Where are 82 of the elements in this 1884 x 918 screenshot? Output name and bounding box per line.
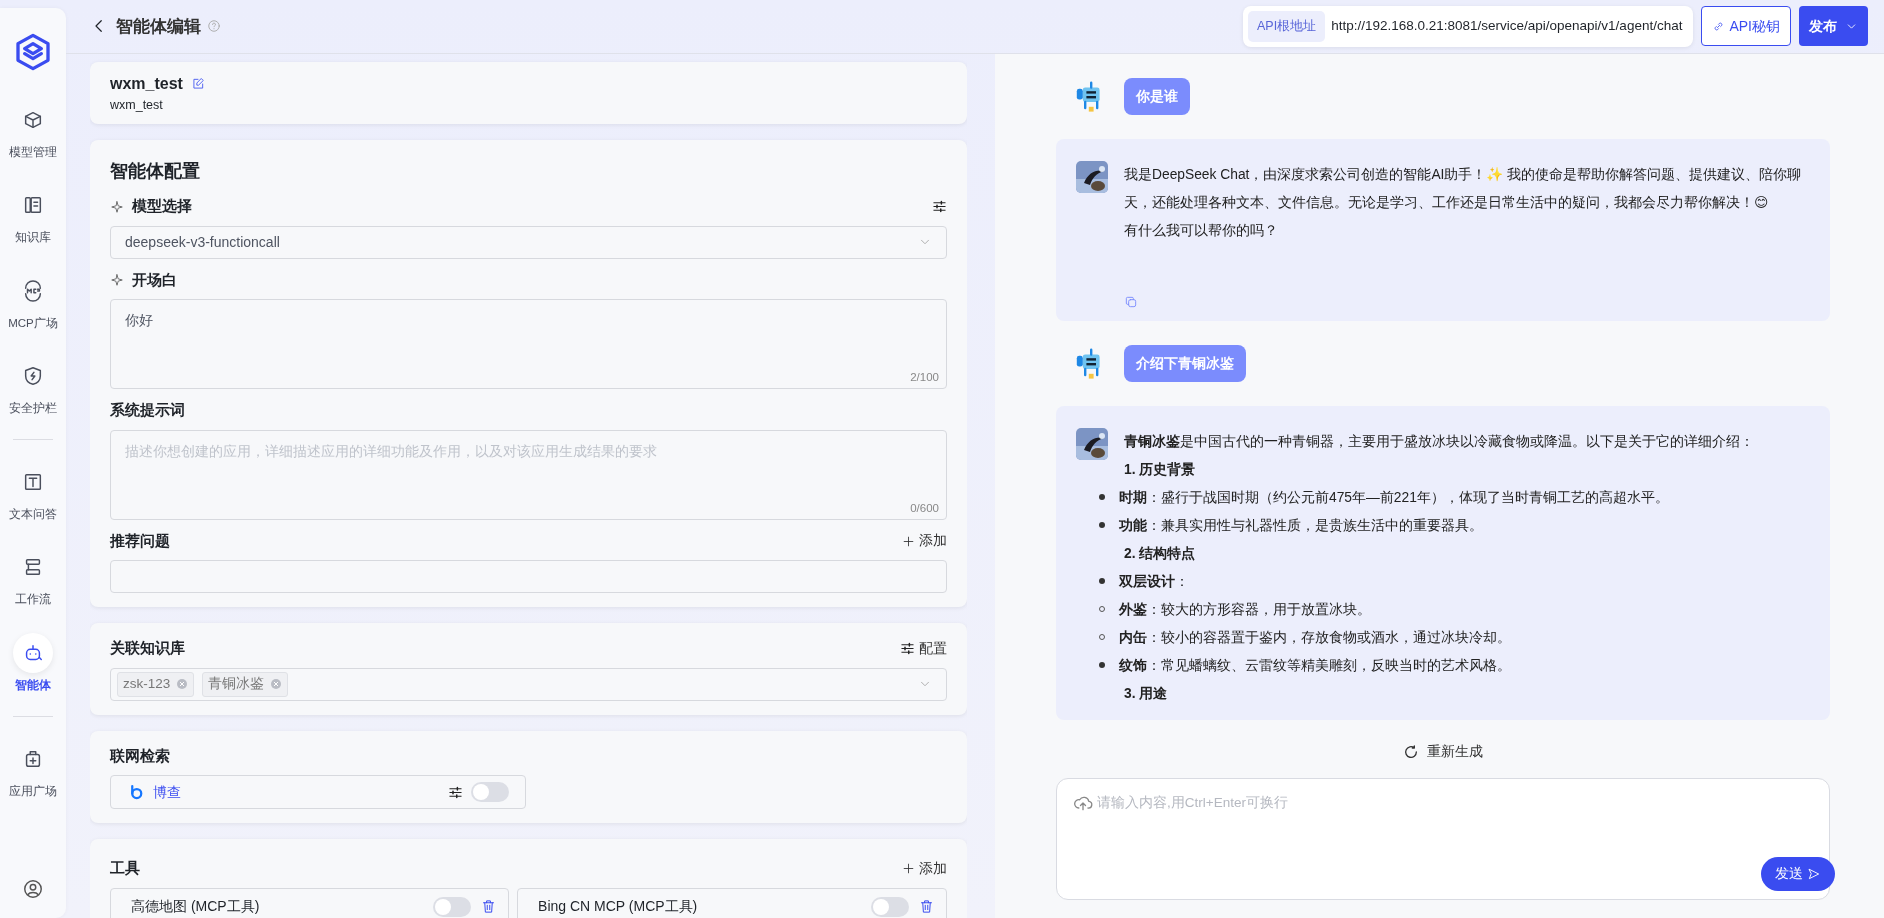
- list-item-text: 纹饰：常见蟠螭纹、云雷纹等精美雕刻，反映当时的艺术风格。: [1119, 657, 1511, 673]
- close-icon[interactable]: [270, 678, 283, 691]
- message-paragraph: 我是DeepSeek Chat，由深度求索公司创造的智能AI助手！✨ 我的使命是帮助你解答问题、提供建议、陪你聊天，还能处理各种文本、文件信息。无论是学习、工作还是日常生活中的疑问，我都会尽力帮你解决！😊: [1124, 165, 1803, 212]
- config-button[interactable]: 配置: [900, 638, 947, 659]
- api-url-text: http://192.168.0.21:8081/service/api/openapi/v1/agent/chat: [1330, 17, 1684, 36]
- tool-name: Bing CN MCP (MCP工具): [538, 897, 698, 917]
- field-label: 模型选择: [132, 196, 192, 217]
- tool-name: 高德地图 (MCP工具): [131, 897, 260, 917]
- toggle-switch[interactable]: [871, 896, 909, 917]
- api-base-label: API根地址: [1248, 10, 1326, 42]
- sidebar-item[interactable]: 文本问答: [0, 450, 66, 536]
- list-item-text: 外鉴：较大的方形容器，用于放置冰块。: [1119, 601, 1371, 617]
- copy-icon[interactable]: [1124, 294, 1138, 309]
- logo-icon: [13, 32, 53, 72]
- sidebar-item[interactable]: 智能体: [0, 620, 66, 706]
- sidebar-item[interactable]: MCP广场: [0, 258, 66, 344]
- message-paragraph: 有什么我可以帮你的吗？: [1124, 221, 1279, 240]
- section-heading: 1. 历史背景: [1124, 460, 1197, 479]
- mcp-icon: [22, 279, 44, 302]
- text-box-icon: [22, 471, 44, 493]
- bullet-dot: [1099, 494, 1105, 501]
- plus-icon: [902, 862, 915, 876]
- knowledge-tag[interactable]: zsk-123: [117, 672, 195, 697]
- sparkle-icon: [110, 273, 124, 288]
- sliders-icon[interactable]: [448, 784, 463, 800]
- field-label: 开场白: [132, 269, 177, 290]
- section-title: 智能体配置: [110, 160, 201, 184]
- sidebar-item[interactable]: 安全护栏: [0, 343, 66, 429]
- shield-icon: [22, 364, 44, 387]
- help-icon[interactable]: [207, 19, 221, 34]
- section-heading: 2. 结构特点: [1124, 544, 1197, 563]
- section-heading: 3. 用途: [1124, 684, 1169, 703]
- api-key-button[interactable]: API秘钥: [1701, 6, 1791, 47]
- publish-button[interactable]: 发布: [1799, 6, 1868, 47]
- suggested-question-field[interactable]: [110, 560, 947, 594]
- send-button[interactable]: 发送: [1761, 856, 1835, 891]
- user-icon[interactable]: [22, 878, 44, 900]
- message-paragraph: 青铜冰鉴是中国古代的一种青铜器，主要用于盛放冰块以冷藏食物或降温。以下是关于它的详细介绍：: [1124, 432, 1755, 451]
- model-select[interactable]: deepseek-v3-functioncall: [110, 225, 947, 259]
- section-title: 联网检索: [110, 745, 170, 766]
- knowledge-select[interactable]: zsk-123 青铜冰鉴: [110, 667, 947, 701]
- trash-icon[interactable]: [919, 899, 934, 915]
- field-label: 系统提示词: [110, 400, 185, 421]
- edit-icon[interactable]: [190, 76, 205, 91]
- char-counter: 2/100: [910, 370, 939, 386]
- link-icon: [1712, 19, 1726, 33]
- agent-name: wxm_test: [110, 73, 183, 94]
- add-button[interactable]: 添加: [902, 531, 947, 552]
- list-item-text: 功能：兼具实用性与礼器性质，是贵族生活中的重要器具。: [1119, 517, 1483, 533]
- field-label: 推荐问题: [110, 530, 170, 551]
- list-item-text: 内缶：较小的容器置于鉴内，存放食物或酒水，通过冰块冷却。: [1119, 629, 1511, 645]
- bullet-dot: [1099, 578, 1105, 585]
- bullet-dot: [1099, 662, 1105, 669]
- sliders-icon[interactable]: [932, 199, 947, 215]
- list-item-text: 双层设计：: [1119, 573, 1189, 589]
- list-item-text: 时期：盛行于战国时期（约公元前475年—前221年），体现了当时青铜工艺的高超水平。: [1119, 489, 1669, 505]
- sidebar-item[interactable]: 模型管理: [0, 88, 66, 174]
- sliders-icon: [900, 641, 915, 657]
- sidebar-item[interactable]: 应用广场: [0, 726, 66, 812]
- toggle-switch[interactable]: [471, 782, 509, 803]
- refresh-icon: [1403, 743, 1419, 760]
- plus-icon: [902, 534, 915, 548]
- regenerate-button[interactable]: 重新生成: [1403, 741, 1483, 762]
- toggle-switch[interactable]: [433, 896, 472, 917]
- char-counter: 0/600: [910, 500, 939, 516]
- bullet-dot: [1099, 522, 1105, 529]
- sparkle-icon: [110, 199, 124, 214]
- close-icon[interactable]: [176, 678, 189, 691]
- agent-description: wxm_test: [110, 96, 164, 114]
- user-message: 介绍下青铜冰鉴: [1124, 344, 1246, 382]
- box-icon: [22, 109, 44, 131]
- sidebar-item[interactable]: 知识库: [0, 173, 66, 259]
- add-button[interactable]: 添加: [902, 858, 947, 879]
- user-message: 你是谁: [1124, 77, 1190, 115]
- page-title: 智能体编辑: [116, 15, 201, 38]
- send-icon: [1807, 866, 1821, 881]
- provider-name: 博查: [153, 782, 181, 802]
- knowledge-tag[interactable]: 青铜冰鉴: [202, 672, 289, 697]
- sidebar-item[interactable]: 工作流: [0, 535, 66, 621]
- section-title: 工具: [110, 858, 140, 879]
- section-title: 关联知识库: [110, 638, 185, 659]
- trash-icon[interactable]: [481, 899, 497, 915]
